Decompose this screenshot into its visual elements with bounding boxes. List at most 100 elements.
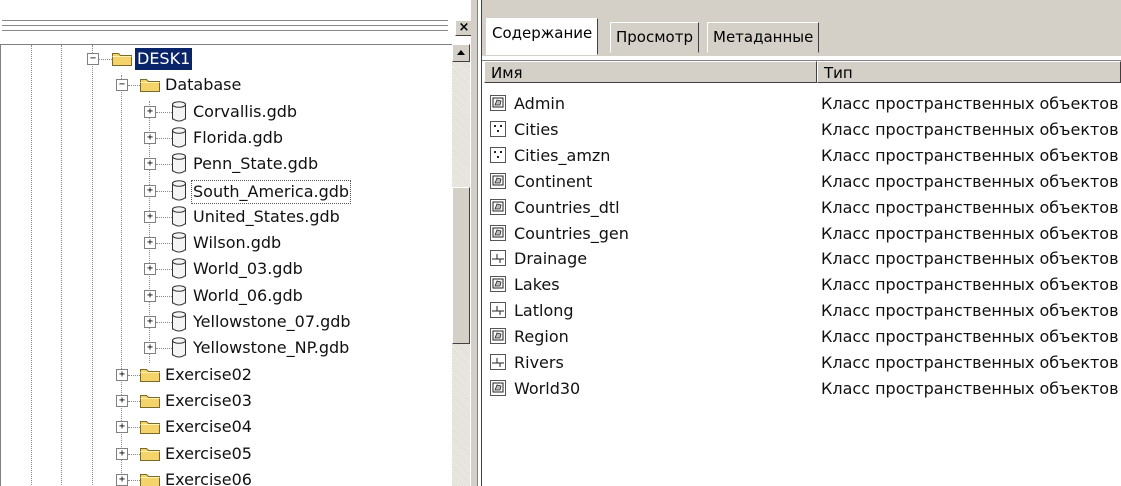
expand-icon[interactable]: + xyxy=(144,132,156,144)
tree-node-label[interactable]: Exercise05 xyxy=(163,443,254,465)
tree-connector xyxy=(128,375,140,376)
list-item[interactable]: Countries_dtl Класс пространственных объе… xyxy=(482,196,1121,222)
list-item[interactable]: Rivers Класс пространственных объектов xyxy=(482,351,1121,377)
item-type: Класс пространственных объектов xyxy=(821,172,1119,191)
tab-metadata[interactable]: Метаданные xyxy=(707,22,820,53)
point-feature-class-icon xyxy=(490,147,506,163)
tree-node[interactable]: + Wilson.gdb xyxy=(1,231,452,255)
list-item[interactable]: Latlong Класс пространственных объектов xyxy=(482,299,1121,325)
tree-node-label[interactable]: DESK1 xyxy=(135,48,193,70)
tree-node[interactable]: + Exercise02 xyxy=(1,363,452,387)
geodatabase-icon xyxy=(172,337,186,358)
tree-node[interactable]: + Penn_State.gdb xyxy=(1,152,452,176)
expand-icon[interactable]: + xyxy=(144,185,156,197)
tree-node[interactable]: − DESK1 xyxy=(1,47,452,71)
list-item[interactable]: World30 Класс пространственных объектов xyxy=(482,377,1121,403)
tree-node-label[interactable]: Wilson.gdb xyxy=(191,232,283,254)
tree-node-label[interactable]: Exercise02 xyxy=(163,364,254,386)
tree-node[interactable]: + Exercise06 xyxy=(1,468,452,486)
item-name: World30 xyxy=(514,379,581,398)
polygon-feature-class-icon xyxy=(490,225,506,241)
item-name: Countries_dtl xyxy=(514,198,620,217)
tree-connector xyxy=(156,269,172,270)
panel-grip-line xyxy=(2,25,448,29)
item-type: Класс пространственных объектов xyxy=(821,120,1119,139)
tab-preview[interactable]: Просмотр xyxy=(610,22,699,53)
polygon-feature-class-icon xyxy=(490,328,506,344)
expand-icon[interactable]: + xyxy=(144,290,156,302)
tree-connector xyxy=(156,217,172,218)
tree-node-label[interactable]: Database xyxy=(163,74,243,96)
folder-icon xyxy=(112,51,132,66)
tree-node[interactable]: − Database xyxy=(1,73,452,97)
catalog-tree: − DESK1− Database + Corvallis.gdb + Florida.gd… xyxy=(0,44,452,486)
tree-node-label[interactable]: World_06.gdb xyxy=(191,285,305,307)
tree-node[interactable]: + World_03.gdb xyxy=(1,257,452,281)
tree-node[interactable]: + United_States.gdb xyxy=(1,205,452,229)
tree-node-label[interactable]: Exercise03 xyxy=(163,390,254,412)
scroll-thumb[interactable] xyxy=(452,187,470,344)
list-item[interactable]: Continent Класс пространственных объектов xyxy=(482,170,1121,196)
folder-icon xyxy=(140,419,160,434)
expand-icon[interactable]: + xyxy=(116,474,128,486)
list-item[interactable]: Drainage Класс пространственных объектов xyxy=(482,247,1121,273)
geodatabase-icon xyxy=(172,127,186,148)
tree-node-label[interactable]: World_03.gdb xyxy=(191,258,305,280)
collapse-icon[interactable]: − xyxy=(87,53,99,65)
scroll-up-button[interactable] xyxy=(452,44,470,62)
tree-node-label[interactable]: Yellowstone_07.gdb xyxy=(191,311,353,333)
expand-icon[interactable]: + xyxy=(144,211,156,223)
list-item[interactable]: Countries_gen Класс пространственных объе… xyxy=(482,222,1121,248)
tree-node[interactable]: + Yellowstone_07.gdb xyxy=(1,310,452,334)
expand-icon[interactable]: + xyxy=(144,263,156,275)
tree-connector xyxy=(128,427,140,428)
geodatabase-icon xyxy=(172,180,186,201)
tree-vertical-scrollbar[interactable] xyxy=(452,44,470,486)
tree-node-label[interactable]: South_America.gdb xyxy=(191,180,352,204)
list-item[interactable]: Admin Класс пространственных объектов xyxy=(482,92,1121,118)
tree-node[interactable]: + Exercise04 xyxy=(1,415,452,439)
tree-connector xyxy=(156,322,172,323)
expand-icon[interactable]: + xyxy=(144,342,156,354)
tree-node[interactable]: + South_America.gdb xyxy=(1,179,452,204)
tree-node-label[interactable]: Florida.gdb xyxy=(191,127,285,149)
tree-node-label[interactable]: Exercise06 xyxy=(163,469,254,486)
item-type: Класс пространственных объектов xyxy=(821,301,1119,320)
tree-node-label[interactable]: Exercise04 xyxy=(163,416,254,438)
tree-node-label[interactable]: United_States.gdb xyxy=(191,206,342,228)
expand-icon[interactable]: + xyxy=(144,237,156,249)
expand-icon[interactable]: + xyxy=(116,421,128,433)
tree-node[interactable]: + World_06.gdb xyxy=(1,284,452,308)
point-feature-class-icon xyxy=(490,121,506,137)
polygon-feature-class-icon xyxy=(490,95,506,111)
tree-node[interactable]: + Yellowstone_NP.gdb xyxy=(1,336,452,360)
expand-icon[interactable]: + xyxy=(116,395,128,407)
expand-icon[interactable]: + xyxy=(144,158,156,170)
expand-icon[interactable]: + xyxy=(116,448,128,460)
list-item[interactable]: Cities_amzn Класс пространственных объект… xyxy=(482,144,1121,170)
tree-node-label[interactable]: Penn_State.gdb xyxy=(191,153,320,175)
polygon-feature-class-icon xyxy=(490,173,506,189)
collapse-icon[interactable]: − xyxy=(116,79,128,91)
column-header-type[interactable]: Тип xyxy=(817,61,1121,83)
tree-node-label[interactable]: Yellowstone_NP.gdb xyxy=(191,337,351,359)
tab-contents[interactable]: Содержание xyxy=(486,18,599,55)
line-feature-class-icon xyxy=(490,302,506,318)
tree-node[interactable]: + Exercise05 xyxy=(1,442,452,466)
expand-icon[interactable]: + xyxy=(144,316,156,328)
column-header-name[interactable]: Имя xyxy=(484,61,817,83)
list-item[interactable]: Region Класс пространственных объектов xyxy=(482,325,1121,351)
tree-node[interactable]: + Exercise03 xyxy=(1,389,452,413)
item-type: Класс пространственных объектов xyxy=(821,275,1119,294)
tree-node[interactable]: + Florida.gdb xyxy=(1,126,452,150)
expand-icon[interactable]: + xyxy=(144,106,156,118)
geodatabase-icon xyxy=(172,206,186,227)
list-item[interactable]: Lakes Класс пространственных объектов xyxy=(482,273,1121,299)
catalog-tree-panel: × − DESK1− Database + Corvallis.gdb + Florida.… xyxy=(0,0,477,486)
tree-connector xyxy=(156,164,172,165)
expand-icon[interactable]: + xyxy=(116,369,128,381)
tree-node-label[interactable]: Corvallis.gdb xyxy=(191,101,299,123)
tree-node[interactable]: + Corvallis.gdb xyxy=(1,100,452,124)
folder-icon xyxy=(140,367,160,382)
list-item[interactable]: Cities Класс пространственных объектов xyxy=(482,118,1121,144)
